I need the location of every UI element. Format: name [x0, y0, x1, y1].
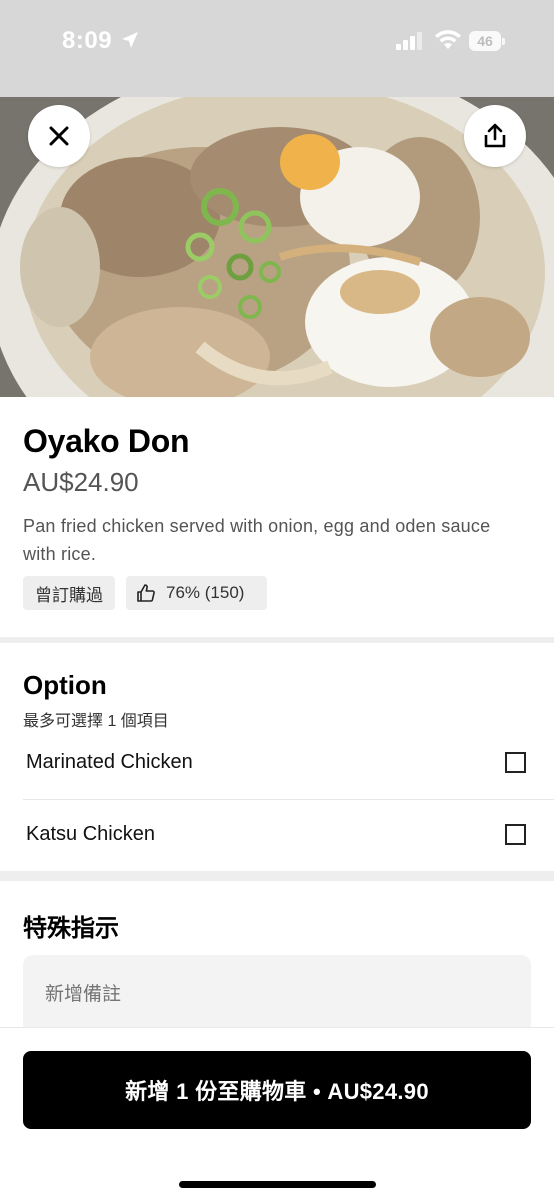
rating-badge: 76% (150) — [126, 576, 267, 610]
rating-label: 76% (150) — [166, 583, 245, 602]
wifi-icon — [435, 30, 461, 49]
home-indicator — [179, 1181, 376, 1188]
share-button[interactable] — [464, 105, 526, 167]
row-divider — [23, 799, 554, 800]
ordered-before-label: 曾訂購過 — [35, 585, 103, 605]
item-title: Oyako Don — [23, 423, 190, 459]
location-arrow-icon — [122, 32, 138, 48]
close-icon — [49, 126, 69, 146]
option-label: Marinated Chicken — [26, 751, 193, 773]
status-time: 8:09 — [62, 27, 113, 54]
section-divider — [0, 871, 554, 881]
item-description: Pan fried chicken served with onion, egg… — [23, 516, 491, 564]
option-section-title: Option — [23, 670, 107, 700]
thumbs-up-icon — [137, 584, 155, 602]
special-instructions-title: 特殊指示 — [23, 915, 119, 942]
section-divider — [0, 637, 554, 643]
battery-indicator: 46 — [469, 31, 505, 51]
option-checkbox[interactable] — [505, 752, 526, 773]
battery-level: 46 — [477, 33, 493, 49]
close-button[interactable] — [28, 105, 90, 167]
ordered-before-badge: 曾訂購過 — [23, 576, 115, 610]
special-instructions-input[interactable] — [23, 955, 531, 1035]
share-icon — [484, 123, 506, 148]
cellular-signal-icon — [396, 32, 422, 50]
add-to-cart-label: 新增 1 份至購物車 • AU$24.90 — [125, 1079, 429, 1104]
add-to-cart-button[interactable]: 新增 1 份至購物車 • AU$24.90 — [23, 1051, 531, 1129]
item-price: AU$24.90 — [23, 467, 139, 497]
status-bar: 8:09 46 — [0, 0, 554, 97]
option-row-katsu-chicken[interactable]: Katsu Chicken — [0, 801, 554, 871]
option-checkbox[interactable] — [505, 824, 526, 845]
option-row-marinated-chicken[interactable]: Marinated Chicken — [0, 729, 554, 799]
option-label: Katsu Chicken — [26, 823, 155, 845]
option-section-subtitle: 最多可選擇 1 個項目 — [23, 713, 169, 730]
